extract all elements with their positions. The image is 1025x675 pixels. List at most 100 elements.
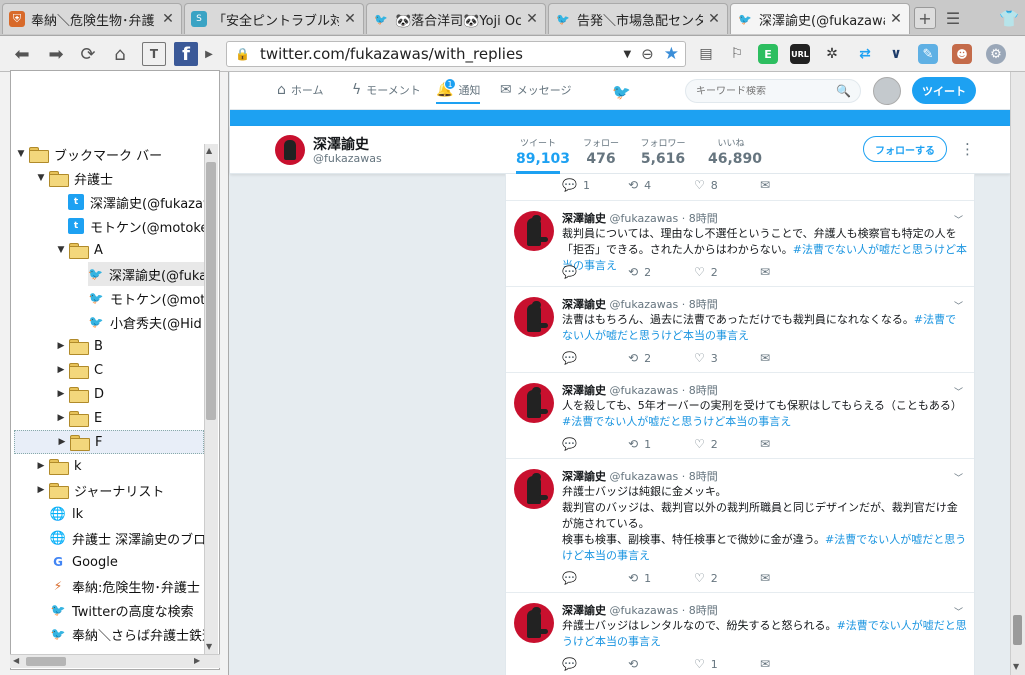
tree-item-hounou-railway[interactable]: 🐦 奉納＼さらば弁護士鉄道 <box>50 622 216 646</box>
tweet-avatar[interactable] <box>514 469 554 509</box>
reply-action[interactable]: 💬 1 <box>562 178 600 192</box>
reply-action[interactable]: 💬 <box>562 657 600 671</box>
dm-action[interactable]: ✉ <box>760 351 776 365</box>
tree-item-folder-k[interactable]: ▶ k <box>34 454 82 478</box>
retweet-action[interactable]: ⟲ <box>628 657 666 671</box>
zoom-out-icon[interactable]: ⊖ <box>641 45 654 63</box>
bookmark-t-icon[interactable]: T <box>142 42 166 66</box>
chevron-down-icon[interactable]: ▼ <box>623 49 631 60</box>
tweet-item[interactable]: 深澤諭史 @fukazawas · 8時間 ﹀ 裁判員については、理由なし不選任… <box>506 201 974 287</box>
new-tab-icon[interactable]: + <box>914 7 936 29</box>
tree-item-folder-f[interactable]: ▶ F <box>14 430 204 454</box>
tree-item-twitter-search[interactable]: 🐦 Twitterの高度な検索 <box>50 598 194 622</box>
gear-icon[interactable]: ✲ <box>822 44 842 64</box>
tweet-avatar[interactable] <box>514 211 554 251</box>
nav-home[interactable]: ⌂ ホーム <box>277 80 324 100</box>
dm-action[interactable]: ✉ <box>760 571 776 585</box>
star-icon[interactable]: ★ <box>664 44 679 64</box>
nav-notifications[interactable]: 🔔 通知 <box>436 78 481 104</box>
scroll-left-icon[interactable]: ◀ <box>13 656 19 665</box>
like-action[interactable]: ♡ 2 <box>694 265 732 279</box>
retweet-action[interactable]: ⟲ 1 <box>628 437 666 451</box>
collapsed-arrow-icon[interactable]: ▶ <box>54 413 68 423</box>
reply-action[interactable]: 💬 <box>562 437 600 451</box>
tree-item-fukazawa-a[interactable]: 🐦 深澤諭史(@fuka <box>88 262 207 286</box>
retweet-action[interactable]: ⟲ 2 <box>628 351 666 365</box>
tree-item-folder-e[interactable]: ▶ E <box>54 406 102 430</box>
tweet-handle[interactable]: @fukazawas <box>610 298 679 311</box>
reader-icon[interactable]: ▤ <box>696 44 716 64</box>
profile-avatar[interactable] <box>275 135 305 165</box>
more-options-icon[interactable]: ⋮ <box>960 140 975 158</box>
tweet-item[interactable]: 深澤諭史 @fukazawas · 8時間 ﹀ 人を殺しても、5年オーバーの実刑… <box>506 373 974 459</box>
chevron-down-icon[interactable]: ﹀ <box>954 471 963 484</box>
chevron-down-icon[interactable]: ﹀ <box>954 299 963 312</box>
tree-item-folder-d[interactable]: ▶ D <box>54 382 104 406</box>
tweet-handle[interactable]: @fukazawas <box>610 212 679 225</box>
dm-action[interactable]: ✉ <box>760 178 776 192</box>
retweet-action[interactable]: ⟲ 1 <box>628 571 666 585</box>
reload-icon[interactable]: ⟳ <box>76 42 100 66</box>
tree-item-folder-journalist[interactable]: ▶ ジャーナリスト <box>34 478 164 502</box>
tree-item-hounou[interactable]: ⚡ 奉納:危険生物･弁護士 <box>50 574 200 598</box>
back-arrow-icon[interactable]: ⬅ <box>10 42 34 66</box>
tree-item-lk[interactable]: 🌐 lk <box>50 502 83 526</box>
reply-action[interactable]: 💬 <box>562 265 600 279</box>
stat-likes[interactable]: いいね 46,890 <box>708 136 762 167</box>
scroll-down-icon[interactable]: ▼ <box>206 642 212 651</box>
tree-item-motoken[interactable]: t モトケン(@motoken <box>68 214 217 238</box>
tweet-time[interactable]: 8時間 <box>689 298 718 311</box>
tweet-author[interactable]: 深澤諭史 <box>562 470 606 483</box>
tweet-item[interactable]: 深澤諭史 @fukazawas · 8時間 ﹀ 弁護士バッジはレンタルなので、紛… <box>506 593 974 675</box>
settings-icon[interactable]: ⚙ <box>986 44 1006 64</box>
collapsed-arrow-icon[interactable]: ▶ <box>54 365 68 375</box>
url-shortener-icon[interactable]: URL <box>790 44 810 64</box>
dm-action[interactable]: ✉ <box>760 265 776 279</box>
stat-tweets[interactable]: ツイート 89,103 <box>516 136 570 174</box>
tweet-author[interactable]: 深澤諭史 <box>562 212 606 225</box>
chevron-down-icon[interactable]: ﹀ <box>954 213 963 226</box>
collapsed-arrow-icon[interactable]: ▶ <box>54 389 68 399</box>
tweet-author[interactable]: 深澤諭史 <box>562 604 606 617</box>
reply-action[interactable]: 💬 <box>562 351 600 365</box>
collapsed-arrow-icon[interactable]: ▶ <box>34 485 48 495</box>
tweet-time[interactable]: 8時間 <box>689 470 718 483</box>
tweet-handle[interactable]: @fukazawas <box>610 470 679 483</box>
evernote-icon[interactable]: E <box>758 44 778 64</box>
tweet-time[interactable]: 8時間 <box>689 604 718 617</box>
profile-name[interactable]: 深澤諭史 <box>313 134 369 154</box>
twitter-search[interactable]: 🔍 <box>685 79 861 103</box>
chevron-down-icon[interactable]: ﹀ <box>954 605 963 618</box>
tree-item-motoken-a[interactable]: 🐦 モトケン(@motc <box>88 286 213 310</box>
dm-action[interactable]: ✉ <box>760 437 776 451</box>
stat-following[interactable]: フォロー 476 <box>581 136 621 167</box>
tweet-avatar[interactable] <box>514 383 554 423</box>
tweet-avatar[interactable] <box>514 297 554 337</box>
like-action[interactable]: ♡ 8 <box>694 178 732 192</box>
avatar[interactable] <box>873 77 901 105</box>
retweet-action[interactable]: ⟲ 4 <box>628 178 666 192</box>
tweet-time[interactable]: 8時間 <box>689 384 718 397</box>
tree-item-bookmark-bar[interactable]: ▼ ブックマーク バー <box>14 142 162 166</box>
like-action[interactable]: ♡ 2 <box>694 437 732 451</box>
close-icon[interactable]: ✕ <box>707 11 721 27</box>
tweet-button[interactable]: ツイート <box>912 77 976 104</box>
bookmark-icon[interactable]: ⚐ <box>727 44 747 64</box>
page-vertical-scrollbar[interactable] <box>1010 72 1025 675</box>
url-bar[interactable]: 🔒 twitter.com/fukazawas/with_replies ▼ ⊖… <box>226 41 686 67</box>
twitter-search-input[interactable] <box>696 85 836 97</box>
browser-tab-2[interactable]: S 「安全ピントラブル対策 ✕ <box>184 3 364 34</box>
tree-item-folder-c[interactable]: ▶ C <box>54 358 103 382</box>
tree-item-bengoshi[interactable]: ▼ 弁護士 <box>34 166 113 190</box>
browser-tab-5[interactable]: 🐦 深澤諭史(@fukazawa ✕ <box>730 3 910 34</box>
scroll-up-icon[interactable]: ▲ <box>206 146 212 155</box>
follow-button[interactable]: フォローする <box>863 136 947 162</box>
nav-messages[interactable]: ✉ メッセージ <box>500 80 572 100</box>
v-logo-icon[interactable]: ∨ <box>886 44 906 64</box>
page-scroll-thumb[interactable] <box>1013 615 1022 645</box>
reply-action[interactable]: 💬 <box>562 571 600 585</box>
tree-item-ogura-a[interactable]: 🐦 小倉秀夫(@Hid <box>88 310 202 334</box>
like-action[interactable]: ♡ 2 <box>694 571 732 585</box>
twitter-bird-icon[interactable]: 🐦 <box>612 83 631 101</box>
sidebar-scroll-thumb[interactable] <box>206 162 216 420</box>
